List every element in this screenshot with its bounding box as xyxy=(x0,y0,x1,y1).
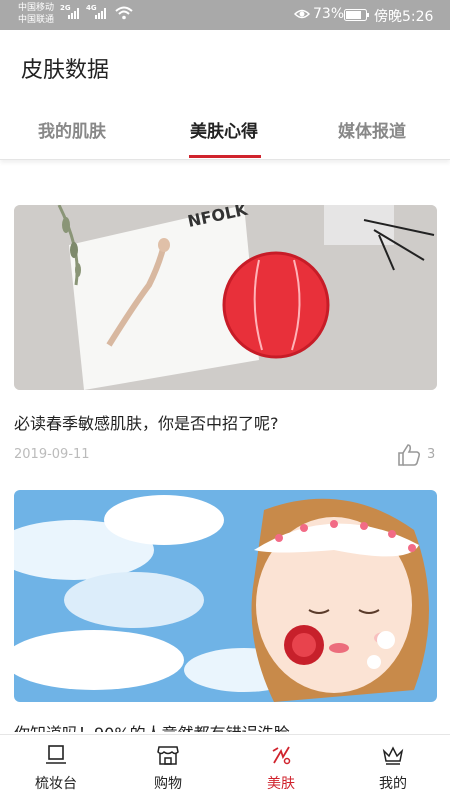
thumbs-up-icon[interactable] xyxy=(396,442,422,468)
tab-bar: 我的肌肤 美肤心得 媒体报道 xyxy=(0,105,450,160)
nav-item-beauty[interactable]: 美肤 xyxy=(241,735,321,800)
page-title: 皮肤数据 xyxy=(21,58,110,83)
battery-percent: 73% xyxy=(313,6,345,22)
tab-my-skin[interactable]: 我的肌肤 xyxy=(38,117,106,142)
nav-label: 购物 xyxy=(154,776,182,792)
battery-icon xyxy=(344,9,369,21)
like-count: 3 xyxy=(427,447,436,462)
carrier-2: 中国联通 xyxy=(18,15,55,25)
crown-icon xyxy=(382,746,404,765)
clock: 傍晚5:26 xyxy=(374,9,434,25)
shop-icon xyxy=(157,746,179,765)
active-tab-indicator xyxy=(189,155,261,158)
nav-label: 我的 xyxy=(379,776,407,792)
tab-media-reports[interactable]: 媒体报道 xyxy=(338,117,406,142)
article-image[interactable]: NFOLK xyxy=(14,205,437,390)
nav-label: 美肤 xyxy=(267,776,295,792)
signal-icon xyxy=(95,8,106,19)
tab-beauty-tips[interactable]: 美肤心得 xyxy=(190,117,258,142)
nav-label: 梳妆台 xyxy=(35,776,77,792)
wifi-icon xyxy=(115,6,133,20)
article-date: 2019-09-11 xyxy=(14,447,90,462)
carrier-1: 中国移动 xyxy=(18,3,55,13)
beauty-icon xyxy=(272,746,291,765)
status-bar: 中国移动 中国联通 2G 4G 73% 傍晚5:26 xyxy=(0,0,450,30)
eye-icon xyxy=(294,9,310,19)
bottom-nav: 梳妆台 购物 美肤 我的 xyxy=(0,734,450,800)
nav-item-dresser[interactable]: 梳妆台 xyxy=(16,735,96,800)
nav-item-shopping[interactable]: 购物 xyxy=(128,735,208,800)
carrier-names: 中国移动 中国联通 xyxy=(18,2,54,26)
article-title[interactable]: 必读春季敏感肌肤，你是否中招了呢? xyxy=(14,410,279,434)
signal-icon xyxy=(68,8,79,19)
nav-item-mine[interactable]: 我的 xyxy=(353,735,433,800)
article-image[interactable] xyxy=(14,490,437,702)
laptop-icon xyxy=(46,745,66,764)
